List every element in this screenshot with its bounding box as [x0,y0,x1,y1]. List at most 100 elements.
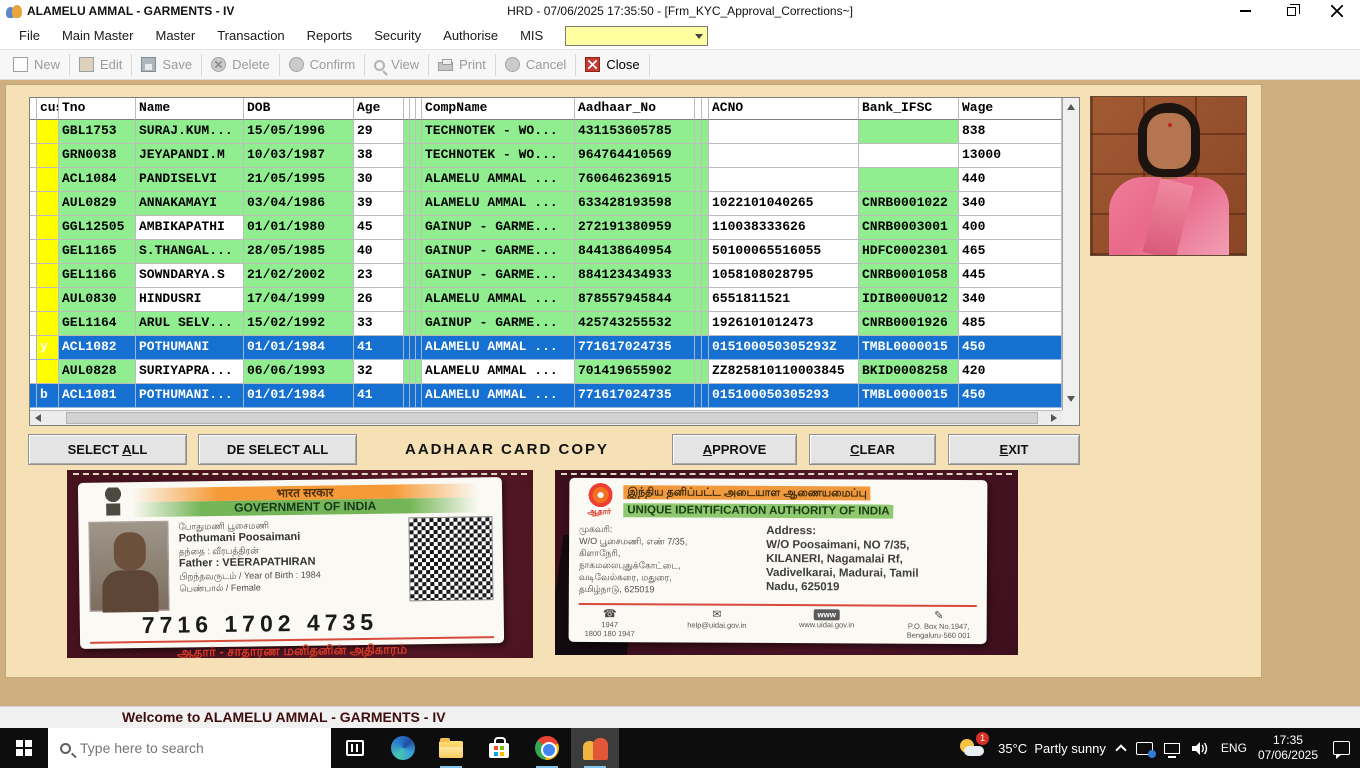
table-row[interactable]: GEL1166SOWNDARYA.S21/02/200223GAINUP - G… [30,264,1079,288]
menu-item-file[interactable]: File [8,22,51,49]
table-row[interactable]: AUL0829ANNAKAMAYI03/04/198639ALAMELU AMM… [30,192,1079,216]
close-window-button[interactable] [1314,0,1360,22]
tray-chevron-icon[interactable] [1115,744,1126,755]
cell-n4 [695,240,702,264]
language-indicator[interactable]: ENG [1221,741,1247,755]
cell-cus [37,288,59,312]
menu-item-master[interactable]: Master [144,22,206,49]
cell-ind [30,384,37,408]
notification-icon[interactable] [1333,741,1350,755]
table-row[interactable]: GBL1753SURAJ.KUM...15/05/199629TECHNOTEK… [30,120,1079,144]
minimize-button[interactable] [1222,0,1268,22]
menu-item-authorise[interactable]: Authorise [432,22,509,49]
cell-comp: ALAMELU AMMAL ... [422,192,575,216]
menu-item-mis[interactable]: MIS [509,22,554,49]
de-select-all-button[interactable]: DE SELECT ALL [198,434,357,465]
menu-item-security[interactable]: Security [363,22,432,49]
table-row[interactable]: GGL12505AMBIKAPATHI01/01/198045GAINUP - … [30,216,1079,240]
cell-wage: 445 [959,264,1062,288]
cell-tno: GRN0038 [59,144,136,168]
speaker-icon[interactable] [1191,741,1210,756]
toolbar-delete-button[interactable]: Delete [202,52,279,78]
cell-acno [709,144,859,168]
minimize-icon [1240,10,1251,12]
approve-button[interactable]: APPROVE [672,434,797,465]
cell-age: 41 [354,384,404,408]
toolbar-confirm-button[interactable]: Confirm [280,52,365,78]
menu-item-transaction[interactable]: Transaction [206,22,295,49]
cell-tno: ACL1081 [59,384,136,408]
table-row[interactable]: AUL0828SURIYAPRA...06/06/199332ALAMELU A… [30,360,1079,384]
table-row[interactable]: AUL0830HINDUSRI17/04/199926ALAMELU AMMAL… [30,288,1079,312]
cell-comp: ALAMELU AMMAL ... [422,360,575,384]
cell-aadhaar: 878557945844 [575,288,695,312]
cell-n5 [702,312,709,336]
cell-ind [30,168,37,192]
select-all-button[interactable]: SELECT ALL [28,434,187,465]
menu-item-main-master[interactable]: Main Master [51,22,145,49]
network-icon[interactable] [1164,743,1180,754]
toolbar-cancel-button[interactable]: Cancel [496,52,575,78]
uidai-contact-row: ☎ 1947 1800 180 1947 ✉ help@uidai.gov.in… [579,603,977,640]
hrd-app-button[interactable] [571,728,619,768]
cell-ind [30,312,37,336]
toolbar-view-button[interactable]: View [365,52,428,78]
menubar-combobox[interactable] [565,26,708,46]
cell-name: SURIYAPRA... [136,360,244,384]
column-header-tno: Tno [59,98,136,120]
horizontal-scrollbar[interactable] [30,410,1062,425]
toolbar-label: New [34,57,60,72]
store-button[interactable] [475,728,523,768]
toolbar-print-button[interactable]: Print [429,52,495,78]
edge-button[interactable] [379,728,427,768]
taskbar: 1 35°C Partly sunny ENG 17:35 07/06/2025 [0,728,1360,768]
table-row[interactable]: bACL1081POTHUMANI...01/01/198441ALAMELU … [30,384,1079,408]
cell-ind [30,144,37,168]
toolbar-new-button[interactable]: New [4,52,69,78]
table-row[interactable]: yACL1082POTHUMANI01/01/198441ALAMELU AMM… [30,336,1079,360]
clear-button[interactable]: CLEAR [809,434,936,465]
file-explorer-button[interactable] [427,728,475,768]
table-row[interactable]: GEL1165S.THANGAL...28/05/198540GAINUP - … [30,240,1079,264]
menu-item-reports[interactable]: Reports [296,22,364,49]
scroll-up-icon[interactable] [1067,104,1075,110]
horizontal-scroll-thumb[interactable] [66,412,1038,424]
exit-button[interactable]: EXIT [948,434,1080,465]
grid-header-row: cusTnoNameDOBAgeCompNameAadhaar_NoACNOBa… [30,98,1079,120]
cell-name: AMBIKAPATHI [136,216,244,240]
envelope-icon: ✉ [687,609,746,621]
cell-ifsc: CNRB0001058 [859,264,959,288]
cell-comp: TECHNOTEK - WO... [422,144,575,168]
cell-n5 [702,168,709,192]
cell-acno [709,168,859,192]
weather-icon[interactable]: 1 [960,735,987,761]
display-cast-icon[interactable] [1136,742,1153,755]
view-icon [374,60,385,71]
cell-tno: GEL1166 [59,264,136,288]
cell-ind [30,264,37,288]
start-button[interactable] [0,728,48,768]
toolbar-save-button[interactable]: Save [132,52,201,78]
taskbar-search[interactable] [48,728,331,768]
cell-n5 [702,384,709,408]
scroll-down-icon[interactable] [1067,396,1075,402]
cell-ifsc: TMBL0000015 [859,336,959,360]
chrome-button[interactable] [523,728,571,768]
toolbar-close-button[interactable]: Close [576,52,648,78]
toolbar-edit-button[interactable]: Edit [70,52,131,78]
task-view-button[interactable] [331,728,379,768]
weather-text[interactable]: 35°C Partly sunny [998,741,1106,756]
cell-ind [30,336,37,360]
table-row[interactable]: ACL1084PANDISELVI21/05/199530ALAMELU AMM… [30,168,1079,192]
address-tamil-line: கிளாநேரி, [579,547,758,560]
table-row[interactable]: GRN0038JEYAPANDI.M10/03/198738TECHNOTEK … [30,144,1079,168]
cell-wage: 420 [959,360,1062,384]
scroll-right-icon[interactable] [1051,414,1057,422]
vertical-scrollbar[interactable] [1062,98,1079,410]
taskbar-clock[interactable]: 17:35 07/06/2025 [1258,733,1318,763]
search-input[interactable] [80,740,300,756]
table-row[interactable]: GEL1164ARUL SELV...15/02/199233GAINUP - … [30,312,1079,336]
authority-english: UNIQUE IDENTIFICATION AUTHORITY OF INDIA [623,503,893,518]
scroll-left-icon[interactable] [35,414,41,422]
restore-button[interactable] [1268,0,1314,22]
